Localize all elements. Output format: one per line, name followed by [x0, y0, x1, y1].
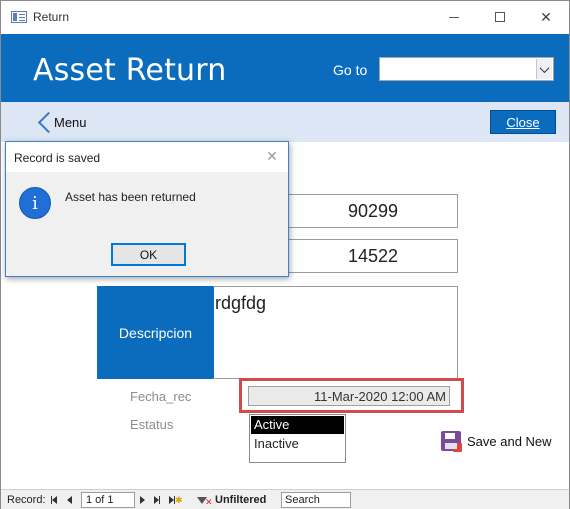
descripcion-field[interactable]: rdgfdg [213, 286, 458, 379]
estatus-option-active[interactable]: Active [251, 416, 344, 434]
asset-id-field[interactable]: 90299 [288, 194, 458, 228]
maximize-icon [495, 12, 505, 22]
record-label: Record: [7, 494, 46, 506]
close-icon: ✕ [540, 8, 552, 25]
dialog-message: Asset has been returned [65, 190, 196, 204]
menu-link[interactable]: Menu [54, 115, 87, 130]
goto-label: Go to [333, 62, 368, 78]
dialog-title-bar: Record is saved ✕ [6, 142, 288, 172]
window-close-button[interactable]: ✕ [523, 1, 569, 33]
message-dialog: Record is saved ✕ i Asset has been retur… [5, 141, 289, 277]
estatus-label: Estatus [130, 417, 174, 432]
goto-dropdown[interactable] [379, 57, 554, 81]
filter-status[interactable]: Unfiltered [215, 493, 266, 507]
ok-button[interactable]: OK [111, 243, 186, 266]
previous-record-button[interactable] [67, 493, 72, 507]
save-and-new-button[interactable]: Save and New [441, 431, 552, 452]
estatus-listbox[interactable]: Active Inactive [249, 414, 346, 463]
form-header: Asset Return Go to [1, 34, 569, 102]
new-record-button[interactable]: ✱ [169, 493, 183, 507]
fecha-rec-field[interactable]: 11-Mar-2020 12:00 AM [248, 386, 450, 406]
save-and-new-label: Save and New [467, 433, 552, 449]
new-record-icon: ✱ [175, 494, 183, 505]
minimize-icon [449, 16, 459, 18]
window-title: Return [33, 10, 70, 24]
descripcion-label: Descripcion [97, 286, 214, 379]
page-title: Asset Return [33, 53, 227, 88]
search-input[interactable]: Search [281, 492, 351, 508]
info-icon: i [19, 187, 51, 219]
dialog-title: Record is saved [14, 151, 101, 165]
nav-bar: Menu Close [1, 102, 569, 142]
title-bar: Return ✕ [1, 1, 569, 33]
next-record-button[interactable] [140, 493, 145, 507]
close-form-button[interactable]: Close [490, 110, 556, 134]
last-record-button[interactable] [154, 493, 160, 507]
employee-id-field[interactable]: 14522 [288, 239, 458, 273]
save-new-icon [441, 431, 462, 452]
filter-icon[interactable]: ✕ [197, 493, 213, 507]
form-icon [11, 11, 27, 23]
maximize-button[interactable] [477, 1, 523, 33]
minimize-button[interactable] [431, 1, 477, 33]
chevron-left-icon[interactable] [35, 110, 51, 134]
record-position-input[interactable]: 1 of 1 [81, 492, 135, 508]
dialog-close-icon[interactable]: ✕ [264, 148, 280, 164]
first-record-button[interactable] [51, 493, 57, 507]
fecha-rec-label: Fecha_rec [130, 389, 192, 404]
chevron-down-icon[interactable] [536, 59, 552, 79]
access-form-window: Return ✕ Asset Return Go to Menu Close 9… [0, 0, 570, 509]
record-navigator: Record: 1 of 1 ✱ ✕ Unfiltered Search [1, 489, 569, 509]
estatus-option-inactive[interactable]: Inactive [251, 435, 344, 453]
